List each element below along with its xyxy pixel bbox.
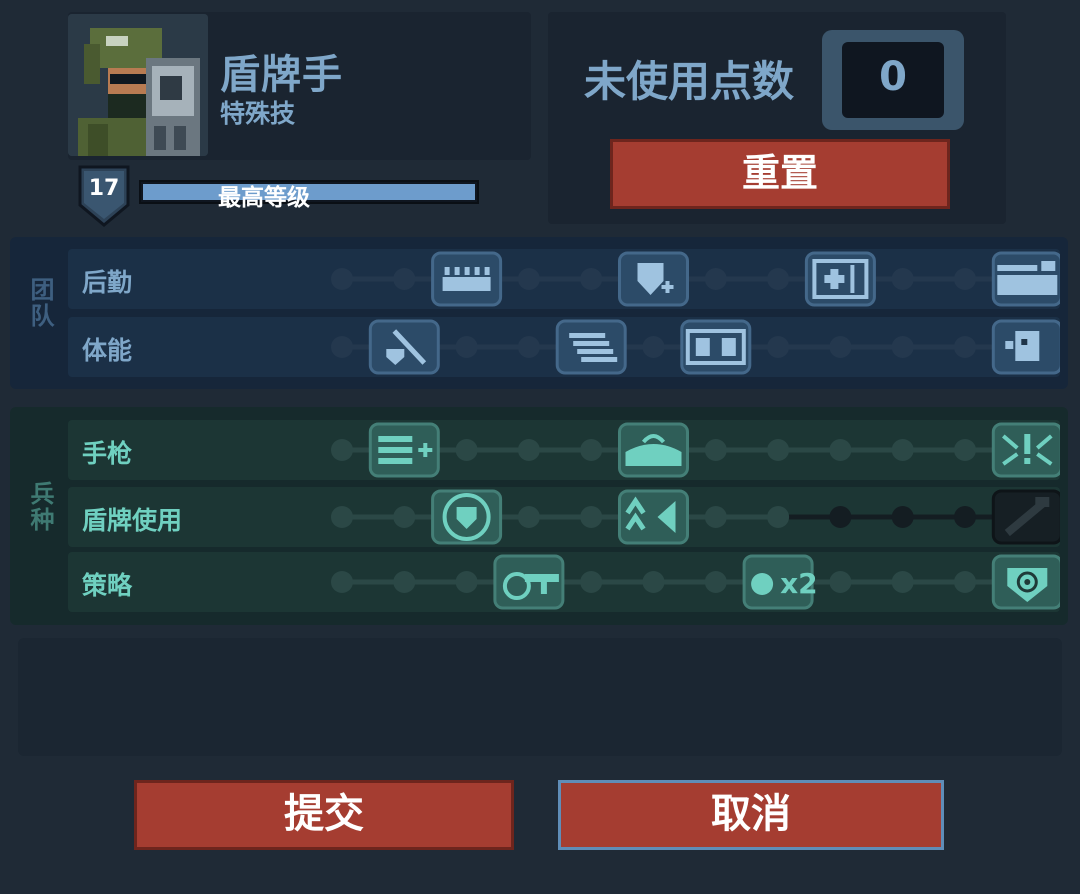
level-number: 17: [88, 176, 120, 201]
target-icon[interactable]: [991, 554, 1060, 610]
skill-node-locked: [954, 506, 976, 528]
shield-soldier-portrait-icon: [68, 14, 208, 156]
skill-track: [331, 251, 1060, 307]
face-icon[interactable]: [991, 319, 1060, 375]
class-skill-section: 兵种 手枪 盾牌使用 策略 x2: [10, 407, 1068, 625]
shield-plus-icon[interactable]: [618, 251, 689, 307]
cancel-button[interactable]: 取消: [558, 780, 944, 850]
skill-node[interactable]: [954, 336, 976, 358]
character-class: 特殊技: [220, 99, 296, 128]
skill-node[interactable]: [954, 268, 976, 290]
skill-track: [331, 319, 1060, 375]
crate-icon[interactable]: [991, 251, 1060, 307]
skill-node[interactable]: [331, 506, 353, 528]
xp-label: 最高等级: [218, 185, 310, 211]
skill-node[interactable]: [393, 571, 416, 593]
points-panel: 未使用点数 0 重置: [548, 12, 1006, 224]
skill-node[interactable]: [331, 336, 353, 358]
pistol-ammo-icon[interactable]: [368, 422, 440, 478]
skill-node[interactable]: [954, 571, 976, 593]
points-value: 0: [879, 54, 907, 100]
wrench-icon[interactable]: [991, 489, 1060, 545]
round-shield-icon[interactable]: [431, 489, 503, 545]
skill-node[interactable]: [704, 268, 727, 290]
unused-points-label: 未使用点数: [584, 57, 795, 106]
section-label-team: 团队: [26, 277, 54, 329]
submit-button[interactable]: 提交: [134, 780, 514, 850]
skill-node[interactable]: [455, 439, 478, 461]
skill-node[interactable]: [331, 571, 353, 593]
skill-node[interactable]: [704, 506, 727, 528]
skill-node[interactable]: [891, 439, 914, 461]
skill-node[interactable]: [704, 439, 727, 461]
skill-node[interactable]: [455, 336, 478, 358]
skill-row-fitness: 体能: [68, 317, 1060, 377]
description-panel: [18, 638, 1062, 756]
skill-node-locked: [891, 506, 914, 528]
skill-node[interactable]: [517, 439, 540, 461]
skill-node[interactable]: [580, 506, 603, 528]
skill-node[interactable]: [331, 439, 353, 461]
skill-row-tactics: 策略 x2: [68, 552, 1060, 612]
skill-node[interactable]: [517, 268, 540, 290]
skill-node[interactable]: [580, 439, 603, 461]
arc-icon[interactable]: [618, 422, 689, 478]
reset-button[interactable]: 重置: [610, 139, 950, 209]
skill-node[interactable]: [580, 571, 603, 593]
skill-node[interactable]: [891, 336, 914, 358]
team-skill-section: 团队 后勤 体能: [10, 237, 1068, 389]
skill-track: [331, 489, 1060, 545]
skill-node[interactable]: [891, 268, 914, 290]
skill-node-locked: [829, 506, 852, 528]
skill-node[interactable]: [517, 336, 540, 358]
skill-node[interactable]: [829, 571, 852, 593]
burst-icon[interactable]: [991, 422, 1060, 478]
grenade-gun-icon[interactable]: [493, 554, 565, 610]
character-card: 盾牌手 特殊技: [68, 12, 531, 160]
points-counter: 0: [822, 30, 964, 130]
section-label-class: 兵种: [26, 481, 54, 533]
skill-node[interactable]: [767, 439, 790, 461]
grid-armor-icon[interactable]: [680, 319, 752, 375]
character-name: 盾牌手: [220, 52, 343, 98]
skill-node[interactable]: [331, 268, 353, 290]
skill-node[interactable]: [393, 506, 416, 528]
chevron-shield-icon[interactable]: [618, 489, 689, 545]
skill-node[interactable]: [393, 268, 416, 290]
skill-node[interactable]: [455, 571, 478, 593]
skill-node[interactable]: [642, 571, 665, 593]
skill-node[interactable]: [891, 571, 914, 593]
skill-node[interactable]: [767, 506, 790, 528]
skill-node[interactable]: [767, 336, 790, 358]
skill-node[interactable]: [829, 336, 852, 358]
skill-node[interactable]: [580, 268, 603, 290]
skill-node[interactable]: [704, 571, 727, 593]
grenade-x2-icon[interactable]: x2: [742, 554, 818, 610]
dash-icon[interactable]: [555, 319, 627, 375]
svg-text:x2: x2: [780, 567, 818, 600]
skill-node[interactable]: [954, 439, 976, 461]
skill-track: [331, 422, 1060, 478]
skill-track: x2: [331, 554, 1060, 610]
skill-row-logistics: 后勤: [68, 249, 1060, 309]
knife-shield-icon[interactable]: [368, 319, 440, 375]
medkit-icon[interactable]: [804, 251, 876, 307]
skill-row-shield-use: 盾牌使用: [68, 487, 1060, 547]
skill-node[interactable]: [767, 268, 790, 290]
skill-node[interactable]: [642, 336, 665, 358]
skill-node[interactable]: [517, 506, 540, 528]
ammo-belt-icon[interactable]: [431, 251, 503, 307]
skill-row-pistol: 手枪: [68, 420, 1060, 480]
skill-node[interactable]: [829, 439, 852, 461]
